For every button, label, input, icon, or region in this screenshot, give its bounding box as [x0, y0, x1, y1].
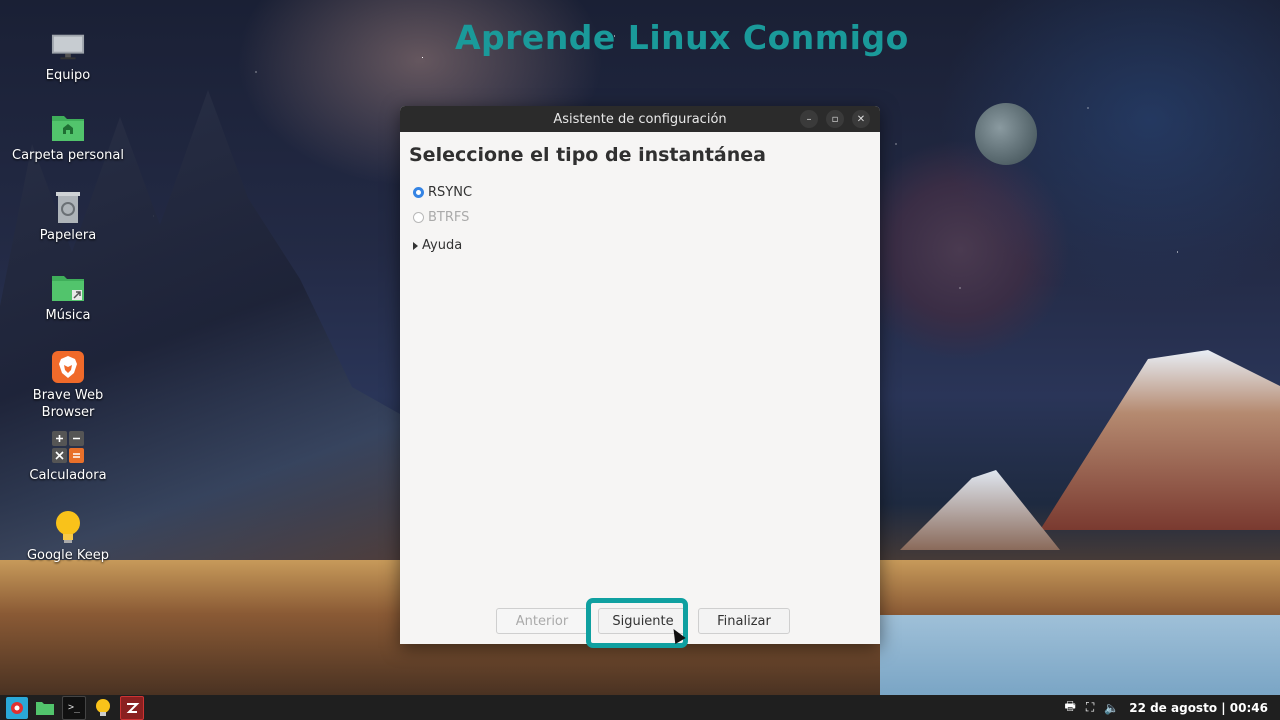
desktop-icon-label: Carpeta personal: [12, 148, 124, 163]
folder-icon: [36, 701, 54, 715]
desktop-icon-calculadora[interactable]: Calculadora: [8, 430, 128, 484]
keep-icon: [51, 510, 85, 544]
calculator-icon: [51, 430, 85, 464]
page-heading: Seleccione el tipo de instantánea: [409, 144, 766, 166]
window-controls: – ▫ ✕: [800, 110, 870, 128]
radio-btrfs: BTRFS: [413, 205, 871, 230]
desktop-icon-label: Calculadora: [29, 468, 107, 483]
maximize-button[interactable]: ▫: [826, 110, 844, 128]
desktop-icon-label: Brave Web Browser: [32, 388, 104, 420]
radio-unselected-icon: [413, 212, 424, 223]
taskbar-launchers: >_: [0, 695, 144, 720]
brave-icon: [51, 350, 85, 384]
taskbar-terminal-button[interactable]: >_: [62, 695, 86, 720]
taskbar: >_ 🖶 ⛶ 🔈 22 de agosto | 00:46: [0, 695, 1280, 720]
menu-icon: [11, 701, 23, 714]
close-icon: ✕: [856, 113, 866, 125]
desktop-icon-carpeta-personal[interactable]: Carpeta personal: [8, 110, 128, 164]
expander-arrow-icon: [413, 241, 418, 250]
printer-icon[interactable]: 🖶: [1065, 697, 1076, 718]
computer-icon: [51, 30, 85, 64]
music-folder-icon: [51, 270, 85, 304]
wizard-button-bar: Anterior Siguiente Finalizar: [496, 608, 790, 634]
desktop-icon-google-keep[interactable]: Google Keep: [8, 510, 128, 564]
desktop-icon-label: Papelera: [39, 228, 97, 243]
setup-wizard-window: Asistente de configuración – ▫ ✕ Selecci…: [400, 106, 880, 644]
desktop-icon-label: Música: [45, 308, 91, 323]
finish-button[interactable]: Finalizar: [698, 608, 790, 634]
timeshift-icon: [126, 702, 140, 713]
radio-rsync[interactable]: RSYNC: [413, 180, 871, 205]
watermark-title: Aprende Linux Conmigo: [455, 18, 909, 57]
desktop-icon-equipo[interactable]: Equipo: [8, 30, 128, 84]
trash-icon: [51, 190, 85, 224]
radio-label: BTRFS: [428, 210, 470, 225]
app-menu-button[interactable]: [6, 696, 28, 719]
expander-label: Ayuda: [422, 238, 463, 253]
minimize-icon: –: [806, 113, 812, 125]
home-folder-icon: [51, 110, 85, 144]
minimize-button[interactable]: –: [800, 110, 818, 128]
desktop-icon-musica[interactable]: Música: [8, 270, 128, 324]
taskbar-keep-button[interactable]: [92, 697, 114, 719]
keep-icon: [96, 698, 110, 716]
clock[interactable]: 22 de agosto | 00:46: [1129, 701, 1268, 715]
volume-icon[interactable]: 🔈: [1104, 701, 1119, 715]
close-button[interactable]: ✕: [852, 110, 870, 128]
system-tray: 🖶 ⛶ 🔈 22 de agosto | 00:46: [1065, 697, 1280, 718]
desktop-icon-label: Equipo: [45, 68, 91, 83]
radio-label: RSYNC: [428, 185, 473, 200]
maximize-icon: ▫: [831, 113, 839, 125]
previous-button: Anterior: [496, 608, 588, 634]
taskbar-files-button[interactable]: [34, 697, 56, 719]
radio-selected-icon[interactable]: [413, 187, 424, 198]
window-content: Seleccione el tipo de instantánea RSYNC …: [400, 132, 880, 265]
terminal-icon: >_: [67, 702, 81, 713]
wallpaper-moon: [975, 103, 1037, 165]
window-title: Asistente de configuración: [553, 111, 727, 127]
network-icon[interactable]: ⛶: [1086, 700, 1094, 715]
taskbar-timeshift-button[interactable]: [120, 695, 144, 720]
wallpaper-mountain-right-small: [900, 470, 1060, 550]
window-titlebar[interactable]: Asistente de configuración – ▫ ✕: [400, 106, 880, 132]
desktop-icon-brave[interactable]: Brave Web Browser: [8, 350, 128, 421]
wallpaper-water: [880, 615, 1280, 695]
wallpaper-mountain-right: [1040, 350, 1280, 530]
desktop-icon-label: Google Keep: [26, 548, 110, 563]
desktop-icon-papelera[interactable]: Papelera: [8, 190, 128, 244]
help-expander[interactable]: Ayuda: [413, 238, 871, 253]
